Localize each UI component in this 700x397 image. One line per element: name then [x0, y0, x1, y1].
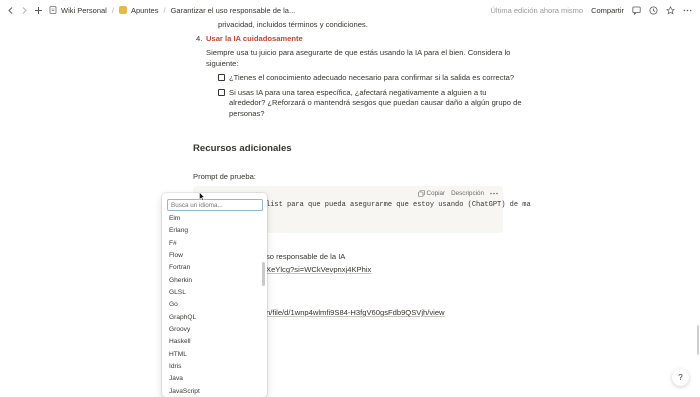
prompt-label: Prompt de prueba: — [193, 172, 256, 181]
language-option[interactable]: JavaScript — [162, 386, 262, 397]
code-more-icon[interactable] — [490, 190, 498, 197]
language-option[interactable]: Elm — [162, 213, 262, 225]
resource-text: so responsable de la IA — [266, 252, 346, 261]
language-search-input[interactable] — [167, 199, 263, 211]
list-number: 4. — [196, 34, 203, 43]
paragraph-line: siguiente: — [206, 59, 239, 68]
language-list: Elm Erlang F# Flow Fortran Gherkin GLSL Go Graph… — [162, 213, 262, 397]
resource-link[interactable]: XeYlcg?si=WCkVevpnxj4KPhix — [266, 265, 371, 274]
todo-text: personas? — [229, 109, 265, 118]
language-option[interactable]: GLSL — [162, 287, 262, 299]
todo-checkbox[interactable] — [218, 89, 225, 96]
language-option[interactable]: F# — [162, 238, 262, 250]
mouse-cursor-icon — [199, 192, 205, 201]
language-option[interactable]: Go — [162, 299, 262, 311]
page-scrollbar[interactable] — [697, 325, 699, 355]
text-line: privacidad, incluidos términos y condici… — [218, 20, 368, 29]
copy-button[interactable]: Copiar — [417, 190, 446, 197]
language-option[interactable]: Fortran — [162, 262, 262, 274]
language-option[interactable]: Groovy — [162, 324, 262, 336]
code-toolbar: Copiar Descripción — [417, 190, 498, 197]
todo-text: alrededor? ¿Reforzará o mantendrá sesgos… — [229, 98, 522, 107]
language-option[interactable]: HTML — [162, 349, 262, 361]
dropdown-scrollbar[interactable] — [262, 262, 265, 286]
caption-button[interactable]: Descripción — [451, 190, 484, 197]
language-option[interactable]: Java — [162, 373, 262, 385]
paragraph-line: Siempre usa tu juicio para asegurarte de… — [206, 48, 511, 57]
copy-icon — [417, 190, 425, 197]
language-option[interactable]: Erlang — [162, 225, 262, 237]
language-option[interactable]: Gherkin — [162, 275, 262, 287]
todo-text: ¿Tienes el conocimiento adecuado necesar… — [229, 73, 515, 82]
todo-checkbox[interactable] — [218, 74, 225, 81]
page-content: privacidad, incluidos términos y condici… — [0, 0, 700, 397]
language-option[interactable]: Flow — [162, 250, 262, 262]
resource-link[interactable]: n/file/d/1wnp4wlmfi9S84-H3fgV60gsFdb9QSV… — [266, 308, 445, 317]
list-item-title: Usar la IA cuidadosamente — [206, 34, 303, 43]
copy-label: Copiar — [426, 190, 446, 197]
language-option[interactable]: Idris — [162, 361, 262, 373]
language-option[interactable]: Haskell — [162, 336, 262, 348]
language-option[interactable]: GraphQL — [162, 312, 262, 324]
code-text[interactable]: list para que pueda asegurarme que estoy… — [266, 201, 531, 209]
section-heading: Recursos adicionales — [193, 143, 292, 154]
help-button[interactable]: ? — [672, 369, 689, 386]
language-dropdown: ElmErlangF#FlowFortranGherkinGLSLGoGraph… — [162, 193, 267, 397]
